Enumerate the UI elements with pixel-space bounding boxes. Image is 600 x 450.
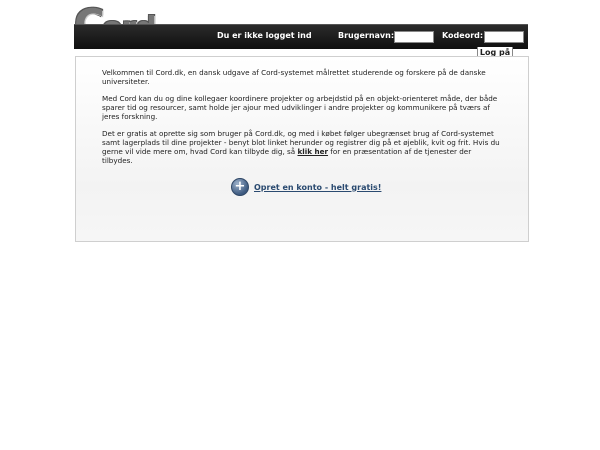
password-label: Kodeord: xyxy=(442,31,484,40)
create-account-link[interactable]: Opret en konto - helt gratis! xyxy=(254,183,381,192)
features-paragraph: Med Cord kan du og dine kollegaer koordi… xyxy=(102,94,498,121)
header: Cord Du er ikke logget ind Brugernavn: K… xyxy=(74,4,528,60)
welcome-text: Velkommen til Cord.dk, en dansk udgave a… xyxy=(102,68,502,173)
login-bar: Du er ikke logget ind Brugernavn: Kodeor… xyxy=(74,24,528,49)
welcome-panel: Velkommen til Cord.dk, en dansk udgave a… xyxy=(75,56,529,242)
intro-paragraph: Velkommen til Cord.dk, en dansk udgave a… xyxy=(102,68,486,86)
login-status: Du er ikke logget ind xyxy=(217,31,312,40)
password-input[interactable] xyxy=(484,31,524,43)
create-account[interactable]: + Opret en konto - helt gratis! xyxy=(231,177,381,197)
username-label: Brugernavn: xyxy=(338,31,395,40)
signup-paragraph: Det er gratis at oprette sig som bruger … xyxy=(102,129,502,165)
plus-icon[interactable]: + xyxy=(231,178,249,196)
more-info-link[interactable]: klik her xyxy=(297,147,328,156)
username-input[interactable] xyxy=(394,31,434,43)
